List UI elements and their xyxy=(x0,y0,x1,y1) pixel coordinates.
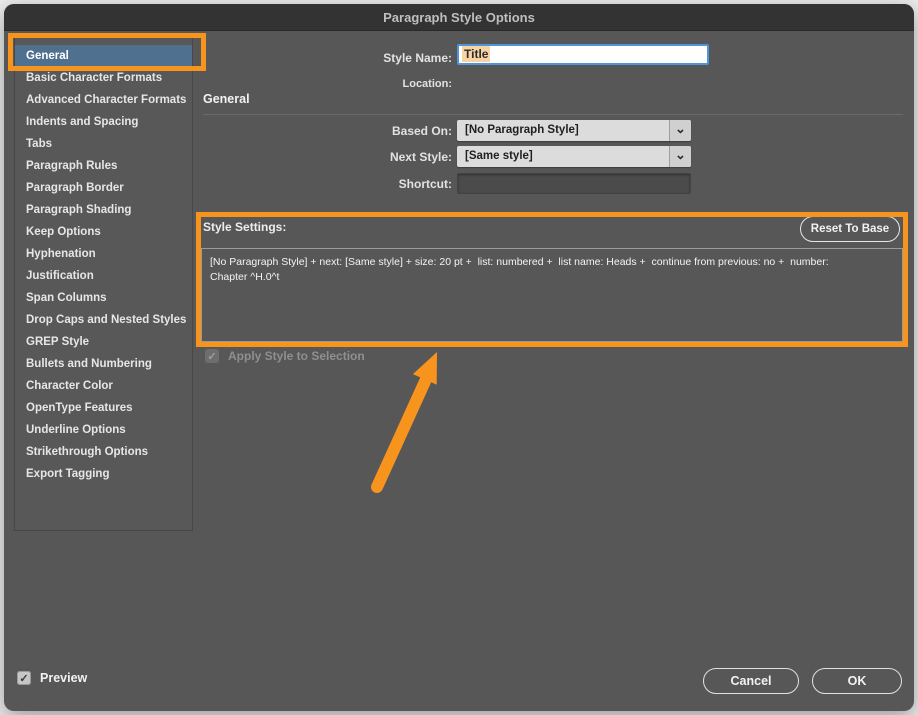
chevron-down-icon: ⌄ xyxy=(675,120,686,136)
style-settings-summary-line2: Chapter ^H.0^t xyxy=(210,270,280,283)
next-style-dropdown[interactable]: [Same style] ⌄ xyxy=(457,146,691,167)
style-settings-summary-line1: [No Paragraph Style] + next: [Same style… xyxy=(210,256,829,268)
sidebar-item-grep-style[interactable]: GREP Style xyxy=(15,331,192,353)
dialog-window: Paragraph Style Options General Basic Ch… xyxy=(4,4,914,711)
sidebar-item-tabs[interactable]: Tabs xyxy=(15,133,192,155)
sidebar-item-paragraph-rules[interactable]: Paragraph Rules xyxy=(15,155,192,177)
sidebar-item-hyphenation[interactable]: Hyphenation xyxy=(15,243,192,265)
sidebar-item-export-tagging[interactable]: Export Tagging xyxy=(15,463,192,485)
sidebar-item-underline-options[interactable]: Underline Options xyxy=(15,419,192,441)
based-on-dropdown-button[interactable]: ⌄ xyxy=(669,120,691,141)
chevron-down-icon: ⌄ xyxy=(675,146,686,162)
sidebar-item-strikethrough-options[interactable]: Strikethrough Options xyxy=(15,441,192,463)
sidebar-item-drop-caps-and-nested-styles[interactable]: Drop Caps and Nested Styles xyxy=(15,309,192,331)
location-label: Location: xyxy=(402,78,453,90)
preview-checkbox[interactable]: ✓ xyxy=(17,671,31,685)
sidebar-item-paragraph-border[interactable]: Paragraph Border xyxy=(15,177,192,199)
shortcut-label: Shortcut: xyxy=(398,177,452,191)
reset-to-base-button[interactable]: Reset To Base xyxy=(800,216,900,242)
style-name-input[interactable]: Title xyxy=(457,44,709,65)
sidebar-item-bullets-and-numbering[interactable]: Bullets and Numbering xyxy=(15,353,192,375)
based-on-label: Based On: xyxy=(391,124,452,138)
ok-button[interactable]: OK xyxy=(812,668,902,694)
cancel-button[interactable]: Cancel xyxy=(703,668,799,694)
sidebar-item-indents-and-spacing[interactable]: Indents and Spacing xyxy=(15,111,192,133)
based-on-value: [No Paragraph Style] xyxy=(465,124,579,136)
apply-style-label: Apply Style to Selection xyxy=(228,349,365,363)
sidebar-item-justification[interactable]: Justification xyxy=(15,265,192,287)
style-settings-summary: [No Paragraph Style] + next: [Same style… xyxy=(201,248,903,342)
next-style-label: Next Style: xyxy=(389,150,452,164)
check-icon: ✓ xyxy=(19,672,29,685)
sidebar-item-keep-options[interactable]: Keep Options xyxy=(15,221,192,243)
sidebar: General Basic Character Formats Advanced… xyxy=(14,33,193,531)
preview-row: ✓ Preview xyxy=(17,671,87,685)
shortcut-input[interactable] xyxy=(457,173,691,194)
dialog-titlebar: Paragraph Style Options xyxy=(4,4,914,31)
apply-style-row: ✓ Apply Style to Selection xyxy=(205,349,365,363)
sidebar-item-advanced-character-formats[interactable]: Advanced Character Formats xyxy=(15,89,192,111)
section-divider xyxy=(203,114,903,115)
check-icon: ✓ xyxy=(207,350,217,363)
apply-style-checkbox[interactable]: ✓ xyxy=(205,349,219,363)
dialog-title: Paragraph Style Options xyxy=(383,9,535,25)
based-on-dropdown[interactable]: [No Paragraph Style] ⌄ xyxy=(457,120,691,141)
sidebar-item-basic-character-formats[interactable]: Basic Character Formats xyxy=(15,67,192,89)
screenshot-stage: Paragraph Style Options General Basic Ch… xyxy=(0,0,918,715)
style-name-label: Style Name: xyxy=(383,51,452,65)
next-style-dropdown-button[interactable]: ⌄ xyxy=(669,146,691,167)
sidebar-item-paragraph-shading[interactable]: Paragraph Shading xyxy=(15,199,192,221)
general-section-heading: General xyxy=(203,92,250,106)
sidebar-item-character-color[interactable]: Character Color xyxy=(15,375,192,397)
preview-label: Preview xyxy=(40,671,88,685)
sidebar-item-span-columns[interactable]: Span Columns xyxy=(15,287,192,309)
sidebar-item-opentype-features[interactable]: OpenType Features xyxy=(15,397,192,419)
style-name-value: Title xyxy=(462,46,491,62)
style-settings-label: Style Settings: xyxy=(203,220,287,234)
sidebar-item-general[interactable]: General xyxy=(15,45,192,67)
next-style-value: [Same style] xyxy=(465,150,533,162)
